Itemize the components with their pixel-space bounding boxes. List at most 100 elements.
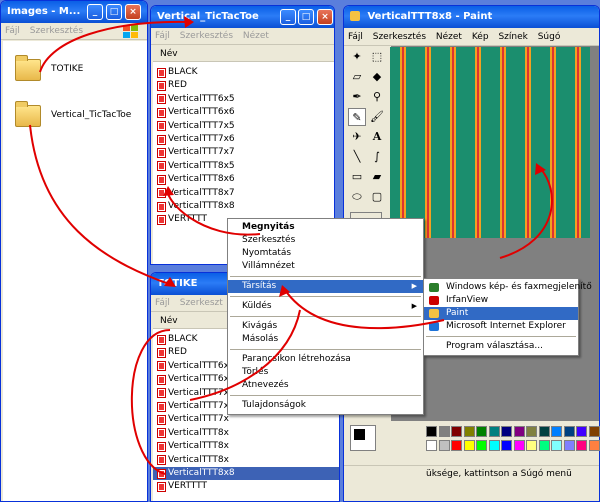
file-row[interactable]: VerticalTTT6x5 — [153, 93, 334, 106]
open-with-item[interactable]: Microsoft Internet Explorer — [424, 320, 578, 333]
palette-swatch[interactable] — [426, 426, 437, 437]
palette-swatch[interactable] — [513, 426, 525, 437]
palette-swatch[interactable] — [488, 440, 500, 451]
context-menu-item[interactable]: Törlés — [228, 366, 423, 379]
polygon-tool-icon[interactable]: ▰ — [368, 168, 386, 186]
context-menu-item[interactable]: Másolás — [228, 333, 423, 346]
palette-swatch[interactable] — [513, 440, 525, 451]
context-menu-item[interactable]: Kivágás — [228, 320, 423, 333]
file-row[interactable]: VerticalTTT7x6 — [153, 133, 334, 146]
file-row[interactable]: RED — [153, 79, 334, 92]
palette-swatch[interactable] — [538, 426, 550, 437]
menu-image[interactable]: Kép — [472, 32, 489, 42]
palette-swatch[interactable] — [526, 440, 537, 451]
ellipse-tool-icon[interactable]: ⬭ — [348, 188, 366, 206]
file-row[interactable]: VerticalTTT8x8 — [153, 466, 339, 481]
menu-edit[interactable]: Szerkeszt — [180, 298, 223, 308]
images-titlebar[interactable]: Images - M... _ □ × — [1, 1, 147, 23]
open-with-item[interactable]: Program választása... — [424, 340, 578, 353]
rounded-rect-tool-icon[interactable]: ▢ — [368, 188, 386, 206]
text-tool-icon[interactable]: A — [368, 128, 386, 146]
file-row[interactable]: VerticalTTT8x — [153, 454, 339, 467]
file-row[interactable]: VerticalTTT8x5 — [153, 160, 334, 173]
magnifier-tool-icon[interactable]: ⚲ — [368, 88, 386, 106]
palette-swatch[interactable] — [476, 426, 487, 437]
file-row[interactable]: VerticalTTT7x — [153, 413, 339, 426]
column-header-name[interactable]: Név — [153, 47, 334, 62]
close-button[interactable]: × — [317, 9, 333, 25]
brush-tool-icon[interactable]: 🖌 — [368, 108, 386, 126]
context-menu-item[interactable]: Átnevezés — [228, 379, 423, 392]
palette-swatch[interactable] — [488, 426, 500, 437]
palette-swatch[interactable] — [526, 426, 537, 437]
palette-swatch[interactable] — [551, 426, 562, 437]
palette-swatch[interactable] — [463, 440, 475, 451]
menu-edit[interactable]: Szerkesztés — [373, 32, 426, 42]
open-with-item[interactable]: IrfanView — [424, 294, 578, 307]
paint-titlebar[interactable]: VerticalTTT8x8 - Paint — [344, 6, 599, 28]
context-menu-item[interactable]: Szerkesztés — [228, 234, 423, 247]
context-menu-item[interactable]: Küldés ▶ — [228, 300, 423, 313]
file-row[interactable]: VerticalTTT8x — [153, 440, 339, 453]
palette-swatch[interactable] — [501, 426, 512, 437]
palette-swatch[interactable] — [451, 426, 462, 437]
file-row[interactable]: VERTTTT — [153, 480, 339, 493]
palette-swatch[interactable] — [563, 440, 575, 451]
airbrush-tool-icon[interactable]: ✈ — [348, 128, 366, 146]
palette-swatch[interactable] — [463, 426, 475, 437]
minimize-button[interactable]: _ — [87, 4, 103, 20]
color-picker-tool-icon[interactable]: ✒ — [348, 88, 366, 106]
file-row[interactable]: VerticalTTT8x8 — [153, 200, 334, 213]
folder-icon[interactable] — [15, 101, 41, 127]
menu-edit[interactable]: Szerkesztés — [180, 31, 233, 41]
close-button[interactable]: × — [125, 4, 141, 20]
palette-swatch[interactable] — [426, 440, 437, 451]
file-row[interactable]: BLACK — [153, 66, 334, 79]
palette-swatch[interactable] — [501, 440, 512, 451]
palette-swatch[interactable] — [588, 426, 600, 437]
context-menu-item[interactable]: Tulajdonságok — [228, 399, 423, 412]
palette-swatch[interactable] — [451, 440, 462, 451]
menu-file[interactable]: Fájl — [155, 31, 170, 41]
fill-tool-icon[interactable]: ◆ — [368, 68, 386, 86]
context-menu-item[interactable]: Nyomtatás — [228, 247, 423, 260]
context-menu-item[interactable]: Megnyitás — [228, 221, 423, 234]
menu-file[interactable]: Fájl — [155, 298, 170, 308]
palette-swatch[interactable] — [563, 426, 575, 437]
vttt-titlebar[interactable]: Vertical_TicTacToe _ □ × — [151, 6, 334, 28]
minimize-button[interactable]: _ — [280, 9, 296, 25]
context-menu-item[interactable]: Parancsikon létrehozása — [228, 353, 423, 366]
folder-label-vertical-tictactoe[interactable]: Vertical_TicTacToe — [51, 110, 131, 120]
menu-colors[interactable]: Színek — [498, 32, 527, 42]
open-with-item[interactable]: Windows kép- és faxmegjelenítő — [424, 281, 592, 294]
rect-select-tool-icon[interactable]: ⬚ — [368, 48, 386, 66]
curve-tool-icon[interactable]: ∫ — [368, 148, 386, 166]
rectangle-tool-icon[interactable]: ▭ — [348, 168, 366, 186]
palette-swatch[interactable] — [551, 440, 562, 451]
palette-swatch[interactable] — [588, 440, 600, 451]
palette-swatch[interactable] — [538, 440, 550, 451]
menu-file[interactable]: Fájl — [348, 32, 363, 42]
menu-edit[interactable]: Szerkesztés — [30, 26, 83, 36]
eraser-tool-icon[interactable]: ▱ — [348, 68, 366, 86]
file-row[interactable]: VerticalTTT6x6 — [153, 106, 334, 119]
menu-help[interactable]: Súgó — [538, 32, 561, 42]
context-menu-item[interactable]: Villámnézet — [228, 260, 423, 273]
context-menu-item[interactable]: Társítás ▶ — [228, 280, 423, 293]
paint-canvas[interactable] — [390, 47, 590, 238]
folder-icon[interactable] — [15, 55, 41, 81]
free-select-tool-icon[interactable]: ✦ — [348, 48, 366, 66]
file-row[interactable]: VerticalTTT8x7 — [153, 187, 334, 200]
maximize-button[interactable]: □ — [106, 4, 122, 20]
maximize-button[interactable]: □ — [298, 9, 314, 25]
palette-swatch[interactable] — [476, 440, 487, 451]
palette-swatch[interactable] — [576, 440, 587, 451]
file-row[interactable]: VerticalTTT7x5 — [153, 120, 334, 133]
pencil-tool-icon[interactable]: ✎ — [348, 108, 366, 126]
palette-swatch[interactable] — [576, 426, 587, 437]
palette-swatch[interactable] — [438, 440, 450, 451]
line-tool-icon[interactable]: ╲ — [348, 148, 366, 166]
menu-file[interactable]: Fájl — [5, 26, 20, 36]
folder-label-totike[interactable]: TOTIKE — [51, 64, 83, 74]
palette-swatch[interactable] — [438, 426, 450, 437]
